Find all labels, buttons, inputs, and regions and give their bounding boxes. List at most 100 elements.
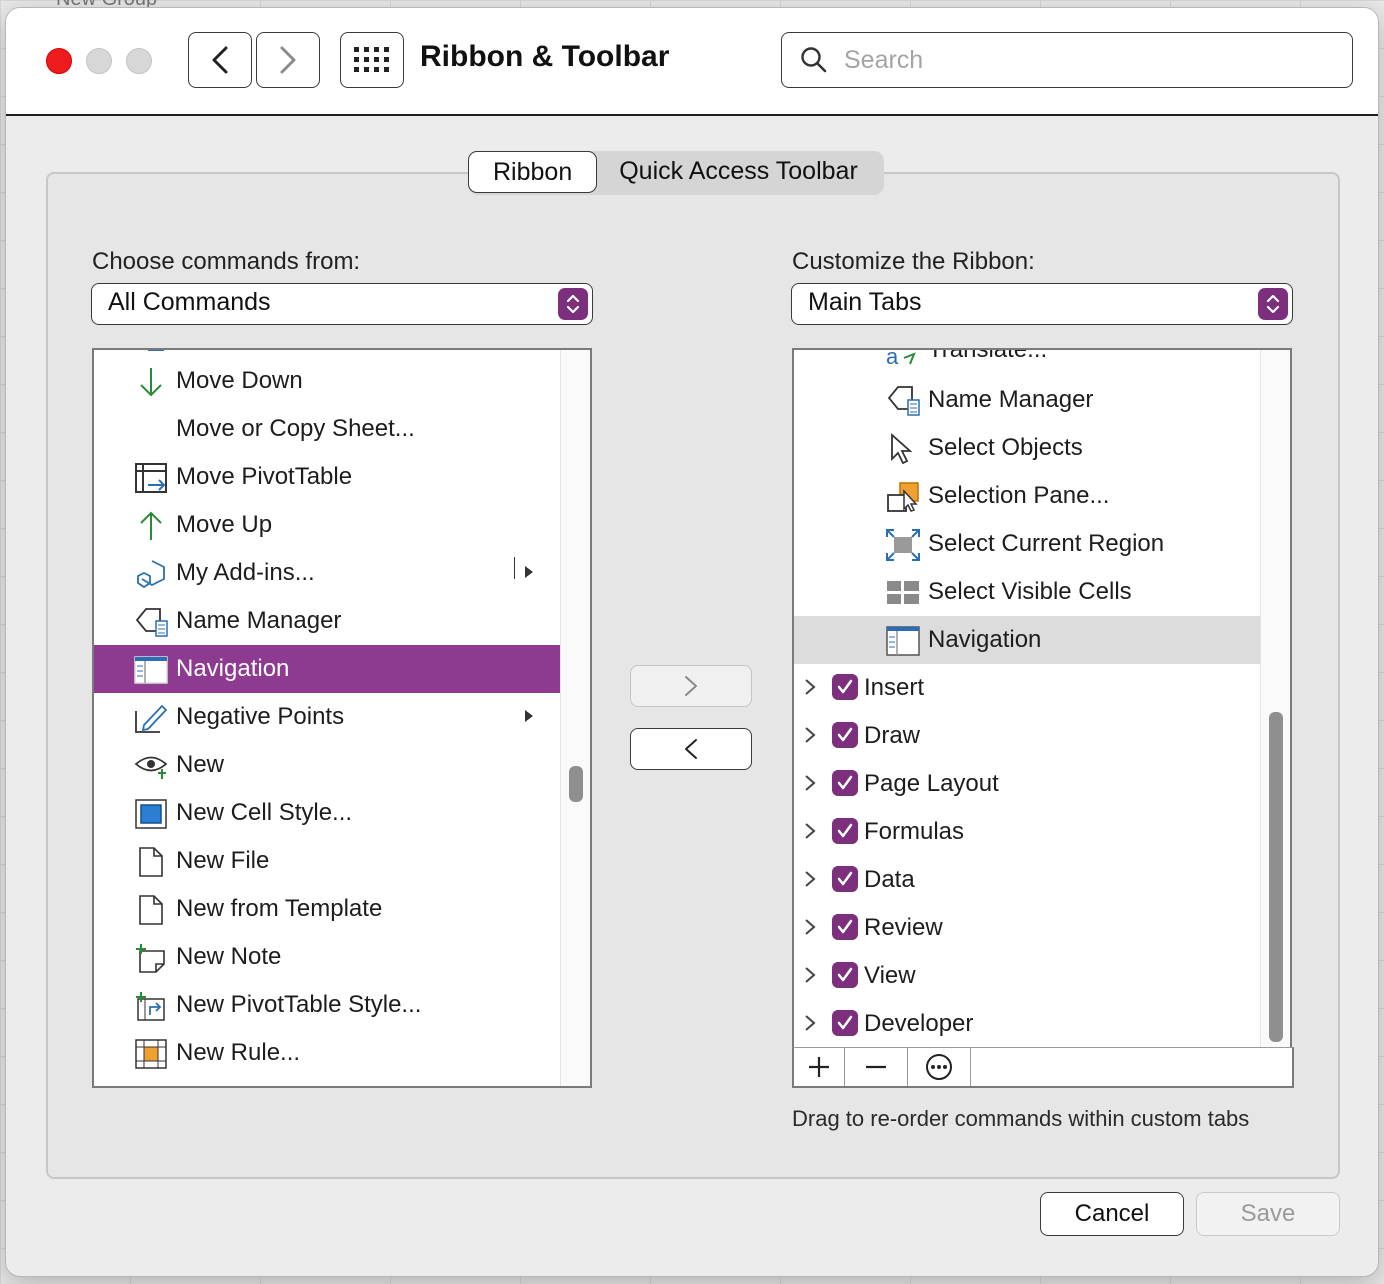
tab-checkbox[interactable] xyxy=(832,722,858,748)
tab-quick-access-toolbar[interactable]: Quick Access Toolbar xyxy=(597,151,884,191)
customize-ribbon-label: Customize the Ribbon: xyxy=(792,248,1035,275)
move-pivottable-icon xyxy=(135,463,167,493)
svg-text:a: a xyxy=(886,348,899,366)
disclosure-chevron-icon[interactable] xyxy=(804,1014,816,1032)
tree-command-item-highlighted[interactable]: Navigation xyxy=(794,616,1262,664)
checkmark-icon xyxy=(837,823,853,838)
list-item[interactable]: New PivotTable Style... xyxy=(94,981,560,1029)
right-scrollbar-thumb[interactable] xyxy=(1269,712,1283,1042)
cell-style-icon xyxy=(135,799,167,829)
add-tab-button[interactable] xyxy=(794,1048,845,1086)
pointer-icon xyxy=(891,433,913,465)
tree-command-item[interactable]: Selection Pane... xyxy=(794,472,1262,520)
more-options-button[interactable] xyxy=(908,1048,971,1086)
visible-cells-icon xyxy=(887,581,919,604)
tab-ribbon[interactable]: Ribbon xyxy=(468,151,598,193)
list-item[interactable]: New File xyxy=(94,837,560,885)
list-item[interactable]: Move Up xyxy=(94,501,560,549)
checkmark-icon xyxy=(837,679,853,694)
submenu-arrow-icon[interactable] xyxy=(524,709,534,723)
list-item[interactable]: New Note xyxy=(94,933,560,981)
tab-checkbox[interactable] xyxy=(832,866,858,892)
arrow-down-icon xyxy=(140,368,162,397)
tab-checkbox[interactable] xyxy=(832,1010,858,1036)
minimize-window-button[interactable] xyxy=(86,48,112,74)
search-field[interactable] xyxy=(781,32,1353,88)
zoom-window-button[interactable] xyxy=(126,48,152,74)
tree-tab-review[interactable]: Review xyxy=(794,904,1262,952)
forward-button[interactable] xyxy=(256,32,320,88)
tree-command-item[interactable]: Select Current Region xyxy=(794,520,1262,568)
list-item[interactable]: Negative Points xyxy=(94,693,560,741)
show-all-button[interactable] xyxy=(340,32,404,88)
list-item[interactable]: My Add-ins... xyxy=(94,549,560,597)
list-item[interactable]: Move PivotTable xyxy=(94,453,560,501)
disclosure-chevron-icon[interactable] xyxy=(804,678,816,696)
left-scrollbar[interactable] xyxy=(560,350,590,1086)
navigation-pane-icon xyxy=(886,626,920,656)
tree-tab-view[interactable]: View xyxy=(794,952,1262,1000)
disclosure-chevron-icon[interactable] xyxy=(804,918,816,936)
search-input[interactable] xyxy=(842,41,1336,79)
disclosure-chevron-icon[interactable] xyxy=(804,870,816,888)
tree-command-item[interactable]: Name Manager xyxy=(794,376,1262,424)
submenu-arrow-icon[interactable] xyxy=(524,565,534,579)
tree-command-item[interactable]: Select Visible Cells xyxy=(794,568,1262,616)
disclosure-chevron-icon[interactable] xyxy=(804,726,816,744)
list-item[interactable]: New Rule... xyxy=(94,1029,560,1077)
name-manager-icon xyxy=(135,608,168,637)
tree-tab-developer[interactable]: Developer xyxy=(794,1000,1262,1048)
save-button[interactable]: Save xyxy=(1196,1192,1340,1236)
new-rule-icon xyxy=(135,1039,167,1069)
window-title: Ribbon & Toolbar xyxy=(420,40,670,73)
back-button[interactable] xyxy=(188,32,252,88)
list-item[interactable]: New xyxy=(94,741,560,789)
tab-checkbox[interactable] xyxy=(832,818,858,844)
plus-icon xyxy=(809,1057,829,1077)
remove-command-button[interactable] xyxy=(630,728,752,770)
list-item[interactable]: Move or Copy Sheet... xyxy=(94,405,560,453)
reorder-hint: Drag to re-order commands within custom … xyxy=(792,1106,1250,1131)
tab-checkbox[interactable] xyxy=(832,962,858,988)
close-window-button[interactable] xyxy=(46,48,72,74)
list-item[interactable]: Move Down xyxy=(94,357,560,405)
tree-tab-draw[interactable]: Draw xyxy=(794,712,1262,760)
disclosure-chevron-icon[interactable] xyxy=(804,966,816,984)
disclosure-chevron-icon[interactable] xyxy=(804,822,816,840)
checkmark-icon xyxy=(837,775,853,790)
checkmark-icon xyxy=(837,727,853,742)
search-icon xyxy=(801,47,827,73)
ribbon-tree[interactable]: a Translate... Name Manager Select Objec… xyxy=(792,348,1292,1050)
list-item-selected[interactable]: Navigation xyxy=(94,645,560,693)
tab-checkbox[interactable] xyxy=(832,770,858,796)
list-item[interactable]: Name Manager xyxy=(94,597,560,645)
tree-tab-page-layout[interactable]: Page Layout xyxy=(794,760,1262,808)
tab-switcher: Ribbon Quick Access Toolbar xyxy=(468,151,884,195)
tree-command-item[interactable]: Select Objects xyxy=(794,424,1262,472)
list-item[interactable]: New Cell Style... xyxy=(94,789,560,837)
right-scrollbar[interactable] xyxy=(1260,350,1290,1050)
navigation-pane-icon xyxy=(134,656,168,684)
available-commands-list[interactable]: Move Down Move or Copy Sheet... Move Piv… xyxy=(92,348,592,1088)
new-note-icon xyxy=(136,944,165,973)
tree-tab-insert[interactable]: Insert xyxy=(794,664,1262,712)
chevron-left-icon xyxy=(685,739,697,759)
list-item[interactable]: New from Template xyxy=(94,885,560,933)
ribbon-tabs-dropdown[interactable]: Main Tabs xyxy=(791,283,1293,325)
more-options-icon xyxy=(926,1054,952,1080)
document-icon xyxy=(139,895,163,925)
disclosure-chevron-icon[interactable] xyxy=(804,774,816,792)
remove-tab-button[interactable] xyxy=(845,1048,908,1086)
chevron-left-icon xyxy=(212,46,228,74)
commands-source-dropdown[interactable]: All Commands xyxy=(91,283,593,325)
cancel-button[interactable]: Cancel xyxy=(1040,1192,1184,1236)
tree-tab-data[interactable]: Data xyxy=(794,856,1262,904)
tree-toolbar xyxy=(792,1047,1294,1088)
tab-checkbox[interactable] xyxy=(832,674,858,700)
left-scrollbar-thumb[interactable] xyxy=(569,766,583,802)
tree-tab-formulas[interactable]: Formulas xyxy=(794,808,1262,856)
document-icon xyxy=(139,847,163,877)
tab-checkbox[interactable] xyxy=(832,914,858,940)
title-bar: Ribbon & Toolbar xyxy=(6,8,1378,116)
add-command-button[interactable] xyxy=(630,665,752,707)
